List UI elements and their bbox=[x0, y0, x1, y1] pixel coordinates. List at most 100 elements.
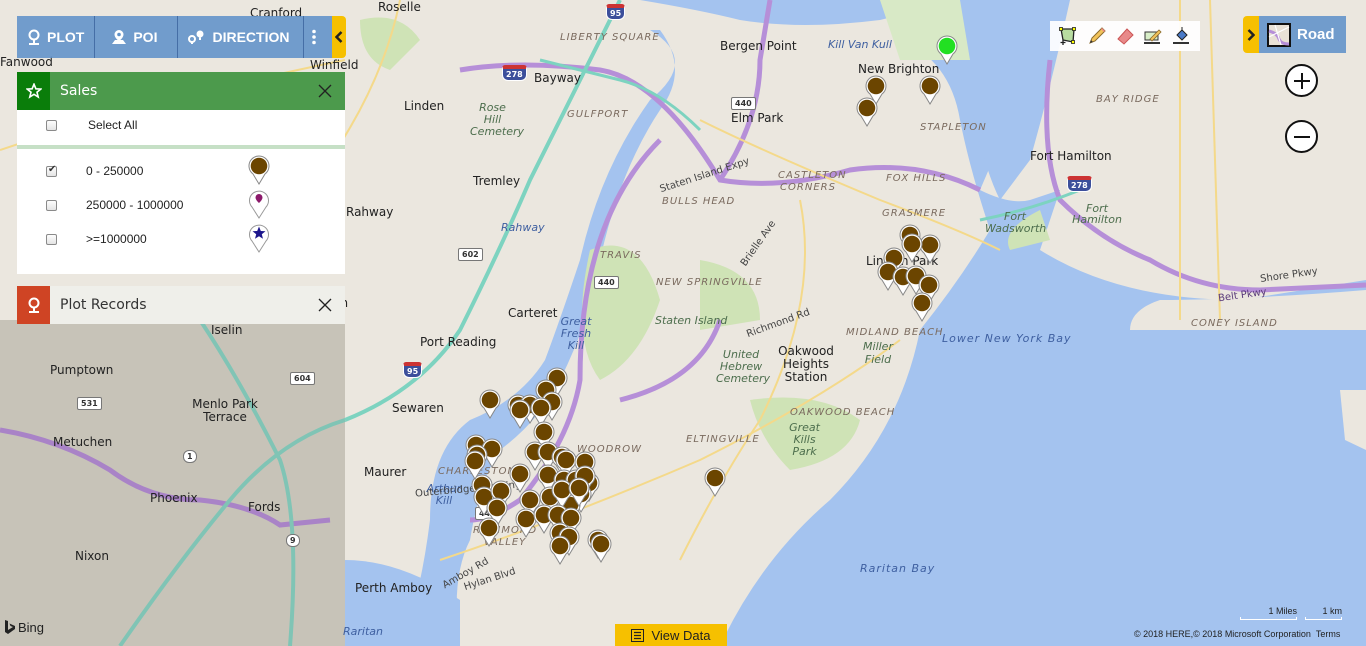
brown-pin-icon bbox=[248, 155, 270, 185]
zoom-out-button[interactable] bbox=[1285, 120, 1318, 153]
map-label: Fort Wadsworth bbox=[985, 210, 1047, 235]
direction-label: DIRECTION bbox=[212, 29, 290, 45]
edit-shape-icon[interactable] bbox=[1143, 26, 1163, 46]
copyright-text: © 2018 HERE,© 2018 Microsoft Corporation bbox=[1134, 629, 1311, 639]
map-label: Miller Field bbox=[863, 340, 893, 366]
road-map-icon bbox=[1267, 22, 1291, 47]
map-label: TRAVIS bbox=[600, 250, 642, 261]
view-data-button[interactable]: View Data bbox=[615, 624, 727, 646]
terms-link[interactable]: Terms bbox=[1316, 629, 1341, 639]
legend-checkbox[interactable] bbox=[46, 199, 57, 211]
map-label: Kill Van Kull bbox=[828, 38, 892, 51]
expand-map-style-button[interactable] bbox=[1243, 16, 1259, 53]
sales-record-pin[interactable] bbox=[590, 533, 612, 563]
map-label: STAPLETON bbox=[920, 122, 987, 133]
scale-km-label: 1 km bbox=[1322, 606, 1342, 616]
current-location-pin[interactable] bbox=[936, 35, 958, 65]
route-shield: 531 bbox=[77, 397, 102, 410]
map-label: Port Reading bbox=[420, 335, 497, 349]
poi-icon bbox=[112, 30, 127, 44]
interstate-shield: 278 bbox=[1067, 176, 1092, 192]
location-pin-icon bbox=[28, 29, 40, 45]
route-shield: 1 bbox=[183, 450, 197, 463]
scale-km: 1 km bbox=[1305, 606, 1342, 620]
map-label: MIDLAND BEACH bbox=[846, 327, 944, 338]
zoom-in-button[interactable] bbox=[1285, 64, 1318, 97]
bing-icon bbox=[5, 620, 15, 634]
sales-record-pin[interactable] bbox=[911, 292, 933, 322]
polygon-select-icon[interactable] bbox=[1058, 26, 1078, 46]
kebab-menu-icon bbox=[312, 29, 317, 45]
map-label: Phoenix bbox=[150, 491, 198, 505]
select-all-row[interactable]: Select All bbox=[17, 115, 345, 135]
chevron-right-icon bbox=[1247, 28, 1255, 41]
sales-record-pin[interactable] bbox=[464, 450, 486, 480]
direction-button[interactable]: DIRECTION bbox=[178, 16, 305, 58]
map-label: Raritan Bay bbox=[860, 562, 936, 575]
view-data-label: View Data bbox=[651, 627, 711, 643]
sales-record-pin[interactable] bbox=[478, 517, 500, 547]
legend-label: 0 - 250000 bbox=[86, 164, 144, 178]
map-label: OAKWOOD BEACH bbox=[790, 407, 896, 418]
close-plot-panel-button[interactable] bbox=[305, 286, 345, 324]
route-shield: 9 bbox=[286, 534, 300, 547]
plot-label: PLOT bbox=[47, 29, 85, 45]
map-label: Lower New York Bay bbox=[942, 332, 1072, 345]
map-label: Maurer bbox=[364, 465, 407, 479]
map-label: Fords bbox=[248, 500, 281, 514]
map-label: GULFPORT bbox=[567, 109, 629, 120]
legend-checkbox[interactable] bbox=[46, 164, 57, 177]
sales-record-pin[interactable] bbox=[704, 467, 726, 497]
more-options-button[interactable] bbox=[304, 16, 324, 58]
route-shield: 604 bbox=[290, 372, 315, 385]
map-label: Nixon bbox=[75, 549, 109, 563]
map-label: LIBERTY SQUARE bbox=[560, 32, 660, 43]
sales-record-pin[interactable] bbox=[509, 399, 531, 429]
map-label: BULLS HEAD bbox=[662, 196, 736, 207]
map-label: ELTINGVILLE bbox=[686, 434, 760, 445]
map-label: Pumptown bbox=[50, 363, 114, 377]
map-label: Oakwood Heights Station bbox=[778, 344, 834, 384]
map-label: Rose Hill Cemetery bbox=[470, 101, 525, 138]
poi-button[interactable]: POI bbox=[95, 16, 179, 58]
sales-record-pin[interactable] bbox=[549, 535, 571, 565]
star-icon bbox=[17, 72, 50, 110]
scale-bar bbox=[1305, 617, 1342, 620]
bing-label: Bing bbox=[18, 619, 45, 635]
map-label: Linden bbox=[404, 99, 445, 113]
pencil-icon[interactable] bbox=[1087, 26, 1107, 46]
eraser-icon[interactable] bbox=[1115, 26, 1135, 46]
legend-item[interactable]: >=1000000 bbox=[17, 224, 345, 253]
sales-record-pin[interactable] bbox=[919, 75, 941, 105]
map-label: GRASMERE bbox=[882, 208, 947, 219]
map-style-road-button[interactable]: Road bbox=[1259, 16, 1346, 53]
map-label: Rahway bbox=[501, 221, 545, 234]
legend-checkbox[interactable] bbox=[46, 233, 57, 245]
chevron-left-icon bbox=[335, 31, 343, 43]
scale-bar bbox=[1240, 617, 1297, 620]
map-label: Great Fresh Kill bbox=[560, 315, 592, 352]
route-shield: 440 bbox=[594, 276, 619, 289]
map-label: Metuchen bbox=[53, 435, 113, 449]
divider bbox=[17, 145, 345, 149]
map-label: Perth Amboy bbox=[355, 581, 433, 595]
select-all-checkbox[interactable] bbox=[46, 119, 57, 131]
sales-record-pin[interactable] bbox=[479, 389, 501, 419]
close-sales-panel-button[interactable] bbox=[305, 72, 345, 110]
legend-item[interactable]: 0 - 250000 bbox=[17, 155, 345, 185]
legend-label: >=1000000 bbox=[86, 232, 147, 246]
interstate-shield: 95 bbox=[403, 362, 423, 378]
sales-record-pin[interactable] bbox=[856, 97, 878, 127]
plot-button[interactable]: PLOT bbox=[17, 16, 96, 58]
collapse-toolbar-button[interactable] bbox=[332, 16, 346, 58]
list-icon bbox=[631, 628, 645, 642]
legend-item[interactable]: 250000 - 1000000 bbox=[17, 190, 345, 219]
bing-logo[interactable]: Bing bbox=[4, 619, 44, 635]
select-all-label: Select All bbox=[88, 118, 138, 132]
route-shield: 602 bbox=[458, 248, 483, 261]
map-label: Tremley bbox=[473, 174, 521, 188]
fill-icon[interactable] bbox=[1172, 26, 1192, 46]
map-label: Elm Park bbox=[731, 111, 784, 125]
sales-record-pin[interactable] bbox=[568, 477, 590, 507]
map-label: Menlo Park Terrace bbox=[192, 397, 258, 424]
